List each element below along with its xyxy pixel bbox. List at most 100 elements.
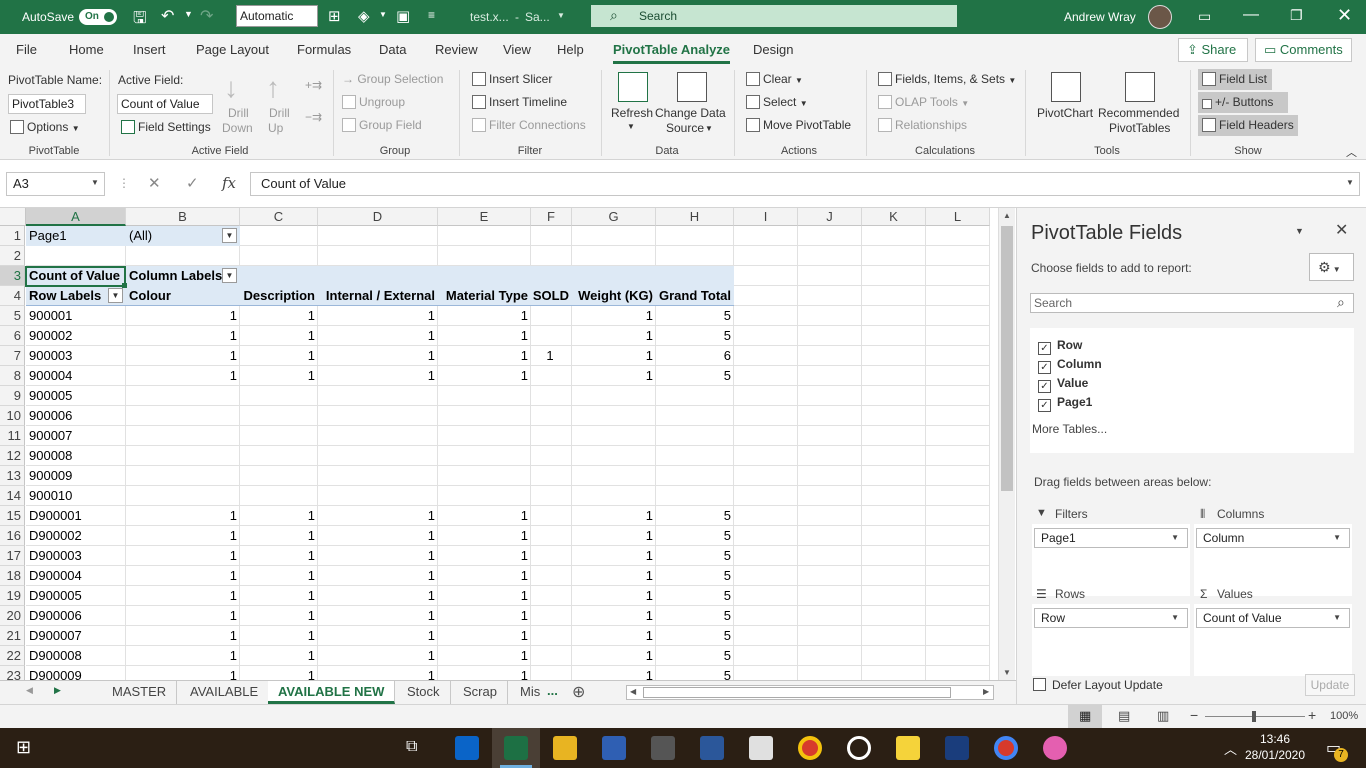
row-header[interactable]: 12 (0, 446, 25, 466)
zoom-level[interactable]: 100% (1330, 710, 1358, 722)
value-cell[interactable]: 1 (126, 326, 240, 346)
fields-items-sets-button[interactable]: Fields, Items, & Sets ▼ (878, 72, 1016, 86)
add-sheet-icon[interactable]: ⊕ (572, 682, 585, 702)
value-cell[interactable]: 1 (126, 606, 240, 626)
row-label[interactable]: D900009 (29, 666, 126, 680)
row-header[interactable]: 3 (0, 266, 25, 286)
tools-gear-button[interactable]: ⚙ ▼ (1309, 253, 1354, 281)
save-icon[interactable]: 🖫 (133, 7, 147, 34)
recommended-label-1[interactable]: Recommended (1098, 106, 1179, 120)
value-cell[interactable]: 5 (656, 606, 734, 626)
scroll-left-icon[interactable]: ◀ (630, 687, 636, 696)
value-cell[interactable]: 5 (656, 626, 734, 646)
checkbox-icon[interactable]: ✓ (1038, 380, 1051, 393)
value-cell[interactable]: 5 (656, 306, 734, 326)
value-cell[interactable]: 1 (240, 526, 318, 546)
checkbox-icon[interactable]: ✓ (1038, 342, 1051, 355)
pivot-column-header[interactable]: Internal / External (318, 286, 438, 306)
pivot-column-header[interactable]: SOLD (531, 286, 572, 306)
value-cell[interactable]: 1 (126, 646, 240, 666)
row-header[interactable]: 5 (0, 306, 25, 326)
column-header-j[interactable]: J (798, 208, 862, 226)
column-header-f[interactable]: F (531, 208, 572, 226)
sheet-tab-master[interactable]: MASTER (102, 681, 178, 704)
value-cell[interactable]: 1 (438, 346, 531, 366)
word-icon[interactable] (700, 736, 724, 760)
calculate-icon[interactable]: ⊞ (328, 7, 341, 25)
value-cell[interactable]: 1 (126, 366, 240, 386)
value-cell[interactable]: 1 (438, 306, 531, 326)
file-menu-chevron-icon[interactable]: ▼ (557, 11, 565, 20)
value-cell[interactable]: 1 (531, 346, 572, 366)
pivottable-name-input[interactable]: PivotTable3 (8, 94, 86, 114)
value-cell[interactable]: 1 (240, 506, 318, 526)
recommended-label-2[interactable]: PivotTables (1109, 121, 1170, 135)
value-cell[interactable]: 1 (240, 606, 318, 626)
pivot-column-header[interactable]: Description (240, 286, 318, 306)
value-cell[interactable]: 1 (240, 586, 318, 606)
value-cell[interactable]: 5 (656, 666, 734, 680)
row-header[interactable]: 15 (0, 506, 25, 526)
value-cell[interactable]: 1 (126, 526, 240, 546)
amazon-music-icon[interactable] (945, 736, 969, 760)
scroll-tabs-left-icon[interactable]: ◀ (26, 685, 33, 696)
row-header[interactable]: 23 (0, 666, 25, 680)
row-header[interactable]: 13 (0, 466, 25, 486)
value-cell[interactable]: 1 (126, 586, 240, 606)
undo-icon[interactable]: ↶ (161, 6, 174, 26)
row-header[interactable]: 21 (0, 626, 25, 646)
value-cell[interactable]: 1 (572, 526, 656, 546)
restore-icon[interactable]: ❐ (1290, 7, 1303, 24)
field-headers-button[interactable]: Field Headers (1198, 115, 1298, 136)
checkbox-icon[interactable]: ✓ (1038, 361, 1051, 374)
value-cell[interactable]: 1 (240, 566, 318, 586)
value-cell[interactable]: 1 (126, 306, 240, 326)
value-cell[interactable]: 1 (572, 566, 656, 586)
row-header[interactable]: 14 (0, 486, 25, 506)
media-player-icon[interactable] (847, 736, 871, 760)
scroll-tabs-right-icon[interactable]: ▶ (54, 685, 61, 696)
active-field-input[interactable]: Count of Value (117, 94, 213, 114)
pivot-column-header[interactable]: Weight (KG) (572, 286, 656, 306)
value-cell[interactable]: 1 (240, 326, 318, 346)
values-field-pill[interactable]: Count of Value (1196, 608, 1350, 628)
row-label[interactable]: 900007 (29, 426, 126, 446)
row-label[interactable]: D900008 (29, 646, 126, 666)
file-explorer-icon[interactable] (553, 736, 577, 760)
refresh-icon[interactable] (618, 72, 648, 102)
horizontal-scrollbar[interactable]: ◀ ▶ (626, 685, 994, 700)
value-cell[interactable]: 1 (572, 546, 656, 566)
row-label[interactable]: 900005 (29, 386, 126, 406)
value-cell[interactable]: 1 (572, 666, 656, 680)
column-header-c[interactable]: C (240, 208, 318, 226)
row-header[interactable]: 7 (0, 346, 25, 366)
value-cell[interactable]: 1 (318, 666, 438, 680)
row-filter-dropdown-icon[interactable]: ▼ (108, 288, 123, 303)
tab-home[interactable]: Home (69, 42, 104, 57)
value-cell[interactable]: 1 (438, 566, 531, 586)
value-cell[interactable]: 1 (240, 666, 318, 680)
excel-taskbar-button[interactable] (492, 728, 540, 768)
value-cell[interactable]: 1 (438, 646, 531, 666)
sheet-tab-mis[interactable]: Mis (510, 681, 550, 704)
column-header-d[interactable]: D (318, 208, 438, 226)
row-label[interactable]: 900009 (29, 466, 126, 486)
value-cell[interactable]: 1 (318, 646, 438, 666)
tab-pivottable-analyze[interactable]: PivotTable Analyze (613, 42, 731, 64)
formula-input[interactable]: Count of Value (250, 172, 1360, 196)
name-box-chevron-icon[interactable]: ▼ (91, 178, 99, 187)
column-header-a[interactable]: A (26, 208, 126, 226)
rows-area[interactable]: Row (1032, 604, 1190, 676)
field-list-button[interactable]: Field List (1198, 69, 1272, 90)
plus-minus-buttons-button[interactable]: +/- Buttons (1198, 92, 1288, 113)
pivot-column-header[interactable]: Grand Total (656, 286, 734, 306)
row-label[interactable]: 900004 (29, 366, 126, 386)
tab-insert[interactable]: Insert (133, 42, 166, 57)
value-cell[interactable]: 1 (318, 326, 438, 346)
value-cell[interactable]: 1 (438, 546, 531, 566)
row-header[interactable]: 16 (0, 526, 25, 546)
value-cell[interactable]: 1 (318, 526, 438, 546)
value-cell[interactable]: 5 (656, 526, 734, 546)
row-header[interactable]: 8 (0, 366, 25, 386)
sheet-tab-stock[interactable]: Stock (397, 681, 451, 704)
